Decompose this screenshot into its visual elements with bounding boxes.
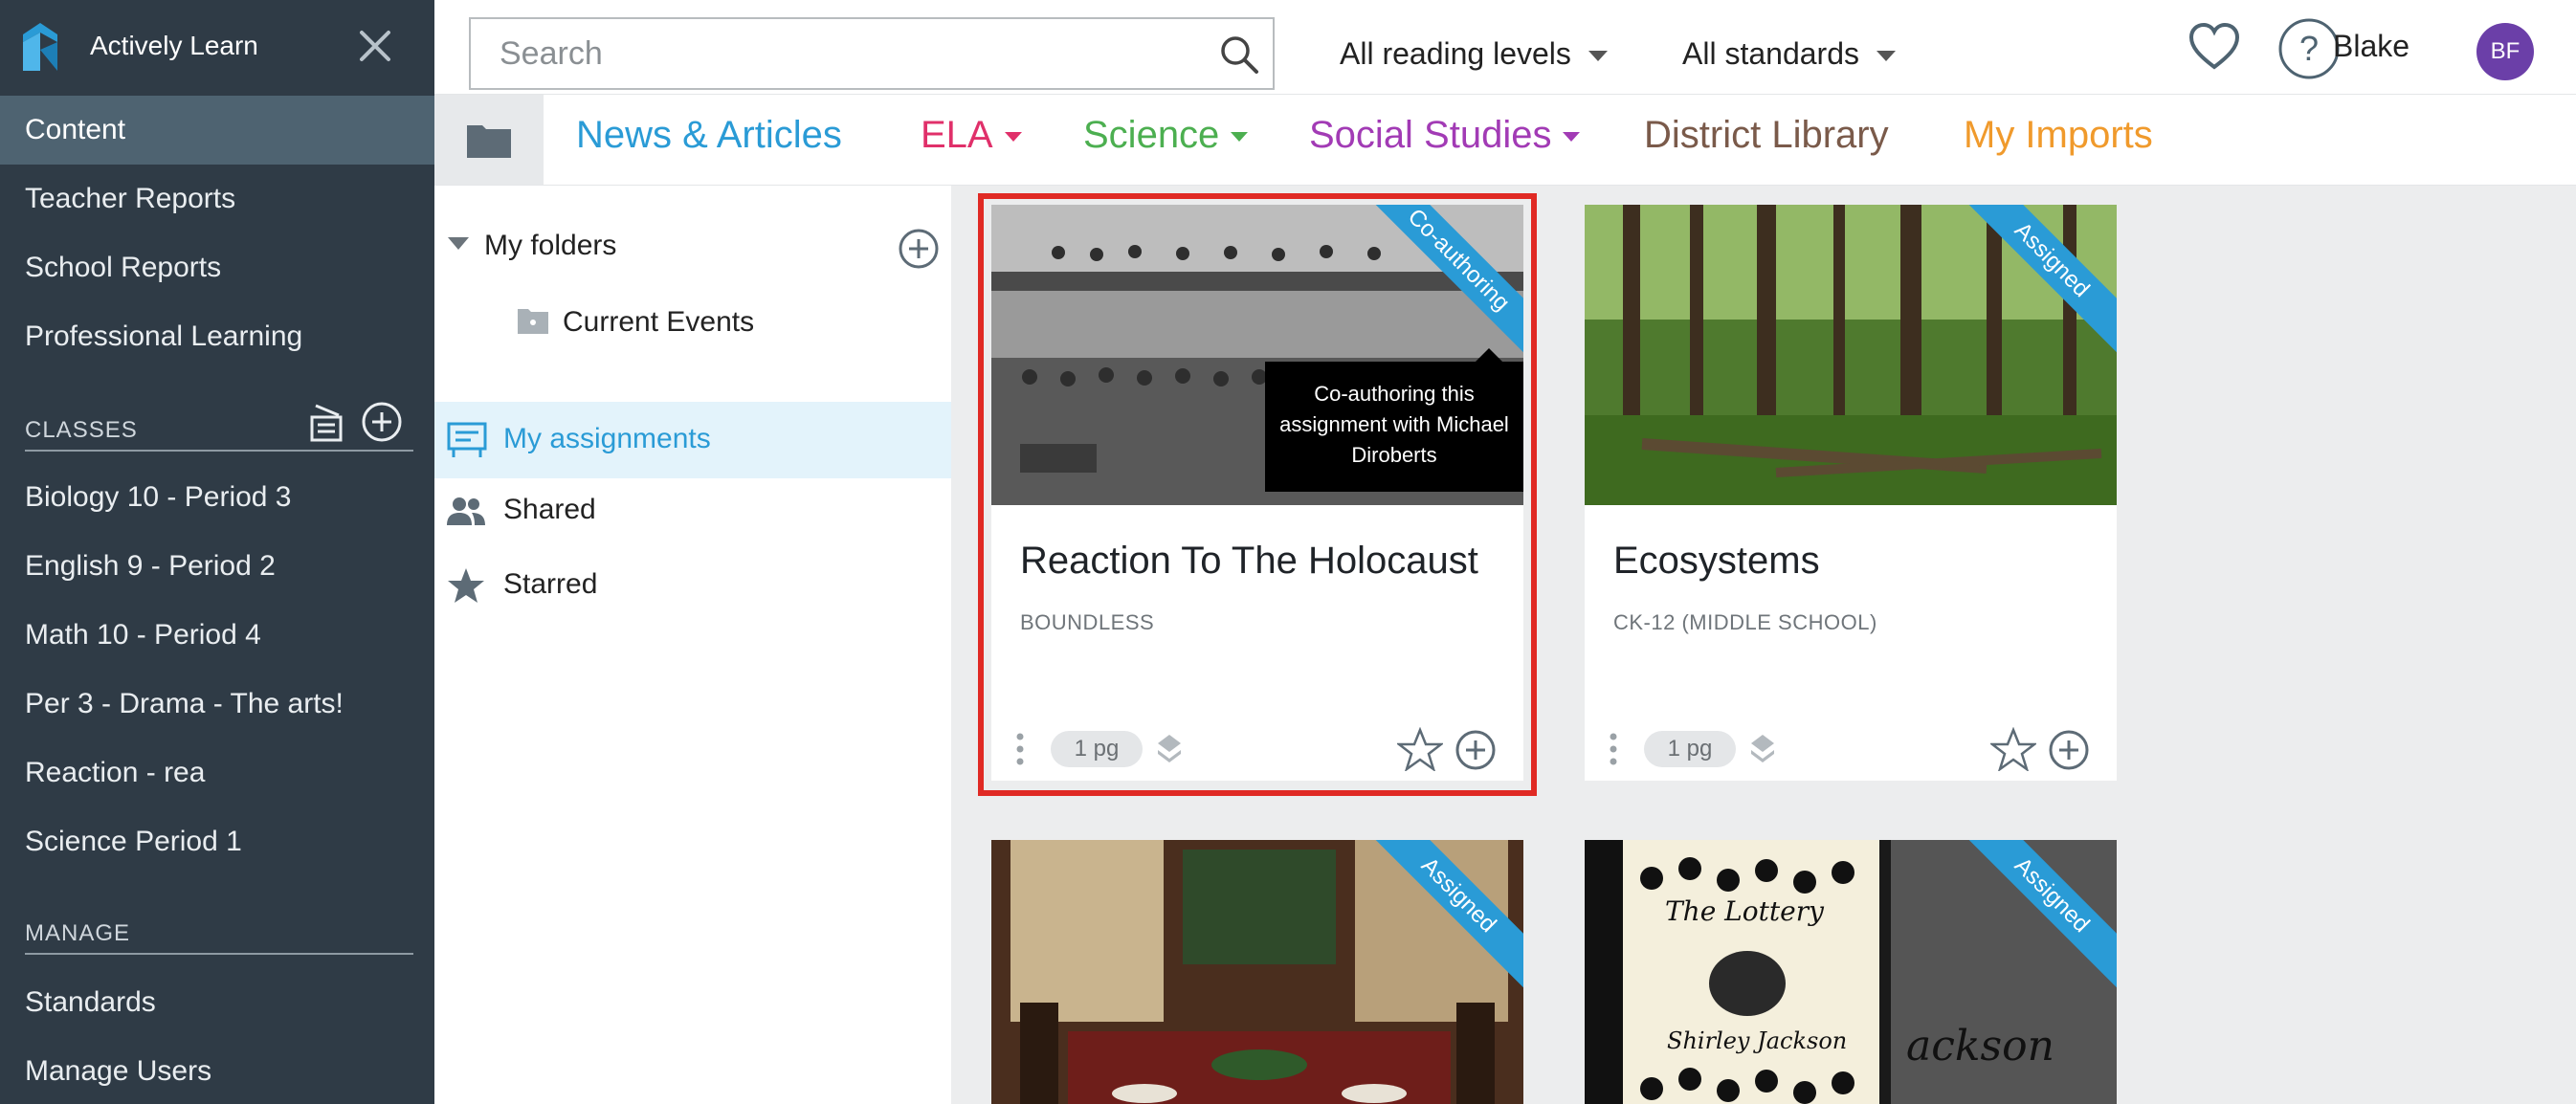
card-image: The Lottery Shirley Jackson ackson Assig…: [1585, 840, 2117, 1104]
search-icon[interactable]: [1219, 34, 1259, 75]
search-input[interactable]: [471, 19, 1198, 88]
folder-my-assignments[interactable]: My assignments: [434, 402, 951, 478]
content-card[interactable]: Assigned: [991, 840, 1523, 1104]
folder-icon: [467, 125, 511, 158]
user-name[interactable]: Blake: [2333, 29, 2409, 64]
star-icon[interactable]: [1990, 727, 2036, 771]
assignments-icon: [447, 422, 487, 457]
chevron-down-icon: [1588, 51, 1608, 62]
folder-current-events[interactable]: Current Events: [434, 302, 951, 344]
starred-label: Starred: [503, 568, 598, 600]
page-count-badge: 1 pg: [1644, 731, 1736, 767]
add-folder-icon[interactable]: [898, 228, 940, 270]
sidebar-item-content[interactable]: Content: [0, 96, 434, 165]
svg-text:?: ?: [2299, 29, 2319, 68]
sidebar-item-manage-users[interactable]: Manage Users: [0, 1037, 434, 1104]
app-name: Actively Learn: [90, 31, 258, 60]
tab-label: ELA: [921, 114, 993, 156]
close-icon[interactable]: [356, 27, 394, 65]
tab-district-library[interactable]: District Library: [1644, 114, 1889, 157]
content-card[interactable]: Assigned Ecosystems CK-12 (MIDDLE SCHOOL…: [1585, 205, 2117, 781]
tab-my-imports[interactable]: My Imports: [1964, 114, 2153, 157]
sidebar-item-school-reports[interactable]: School Reports: [0, 233, 434, 302]
card-title[interactable]: Ecosystems: [1613, 540, 1820, 583]
standards-dropdown[interactable]: All standards: [1682, 36, 1896, 72]
cover-author-partial: ackson: [1906, 1022, 2054, 1071]
content-card[interactable]: The Lottery Shirley Jackson ackson Assig…: [1585, 840, 2117, 1104]
my-folders-row[interactable]: My folders: [434, 226, 951, 268]
card-image: Assigned: [1585, 205, 2117, 505]
heart-icon[interactable]: [2187, 21, 2241, 73]
tab-label: District Library: [1644, 114, 1889, 156]
classes-heading: CLASSES: [25, 417, 138, 443]
sidebar-class-item[interactable]: Math 10 - Period 4: [0, 601, 434, 670]
my-folders-label: My folders: [484, 230, 617, 261]
tab-label: My Imports: [1964, 114, 2153, 156]
my-assignments-label: My assignments: [503, 423, 711, 454]
people-icon: [447, 497, 485, 525]
shared-label: Shared: [503, 494, 596, 525]
archive-classes-icon[interactable]: [304, 400, 348, 444]
search-box: [469, 17, 1275, 90]
chevron-down-icon: [1004, 132, 1022, 143]
tab-social-studies[interactable]: Social Studies: [1309, 114, 1581, 157]
left-sidebar: Actively Learn Content Teacher Reports S…: [0, 0, 434, 1104]
classes-divider: [25, 450, 413, 452]
tab-label: Science: [1083, 114, 1220, 156]
chevron-down-icon: [1231, 132, 1249, 143]
folder-panel: My folders Current Events My assignments: [434, 186, 951, 1104]
brand-header: Actively Learn: [0, 0, 434, 94]
sidebar-class-item[interactable]: Reaction - rea: [0, 739, 434, 807]
tab-science[interactable]: Science: [1083, 114, 1249, 157]
caret-down-icon: [448, 237, 469, 250]
manage-divider: [25, 953, 413, 955]
selection-highlight: [978, 193, 1537, 796]
actively-learn-logo[interactable]: [21, 21, 59, 73]
current-events-label: Current Events: [563, 306, 755, 338]
chevron-down-icon: [1876, 51, 1896, 62]
sidebar-item-professional-learning[interactable]: Professional Learning: [0, 302, 434, 371]
reading-levels-label: All reading levels: [1340, 36, 1571, 71]
layers-icon: [1751, 735, 1774, 762]
tab-label: Social Studies: [1309, 114, 1552, 156]
chevron-down-icon: [1563, 132, 1581, 143]
sidebar-item-teacher-reports[interactable]: Teacher Reports: [0, 165, 434, 233]
content-tabs-bar: News & Articles ELA Science Social Studi…: [434, 94, 2576, 186]
reading-levels-dropdown[interactable]: All reading levels: [1340, 36, 1608, 72]
sidebar-item-standards[interactable]: Standards: [0, 968, 434, 1037]
folder-shared[interactable]: Shared: [434, 484, 951, 538]
card-footer: 1 pg: [1585, 721, 2117, 781]
card-image: Assigned: [991, 840, 1523, 1104]
sidebar-class-item[interactable]: Science Period 1: [0, 807, 434, 876]
tab-label: News & Articles: [576, 114, 842, 156]
add-icon[interactable]: [2048, 729, 2090, 771]
folder-icon: [518, 309, 548, 334]
folders-tab[interactable]: [434, 95, 544, 185]
cover-title: The Lottery: [1665, 895, 1824, 927]
avatar[interactable]: BF: [2476, 23, 2534, 80]
app-root: Actively Learn Content Teacher Reports S…: [0, 0, 2576, 1104]
folder-starred[interactable]: Starred: [434, 559, 951, 612]
manage-heading: MANAGE: [25, 920, 131, 946]
more-options-icon[interactable]: [1610, 733, 1617, 765]
cover-author: Shirley Jackson: [1667, 1027, 1848, 1054]
help-icon[interactable]: ?: [2277, 17, 2341, 80]
tab-news-articles[interactable]: News & Articles: [576, 114, 842, 157]
sidebar-class-item[interactable]: English 9 - Period 2: [0, 532, 434, 601]
standards-label: All standards: [1682, 36, 1859, 71]
sidebar-class-item[interactable]: Per 3 - Drama - The arts!: [0, 670, 434, 739]
star-icon: [448, 568, 484, 603]
sidebar-class-item[interactable]: Biology 10 - Period 3: [0, 463, 434, 532]
tab-ela[interactable]: ELA: [921, 114, 1022, 157]
add-class-icon[interactable]: [360, 400, 404, 444]
card-source: CK-12 (MIDDLE SCHOOL): [1613, 610, 1877, 634]
top-bar: All reading levels All standards ? Blake…: [434, 0, 2576, 94]
